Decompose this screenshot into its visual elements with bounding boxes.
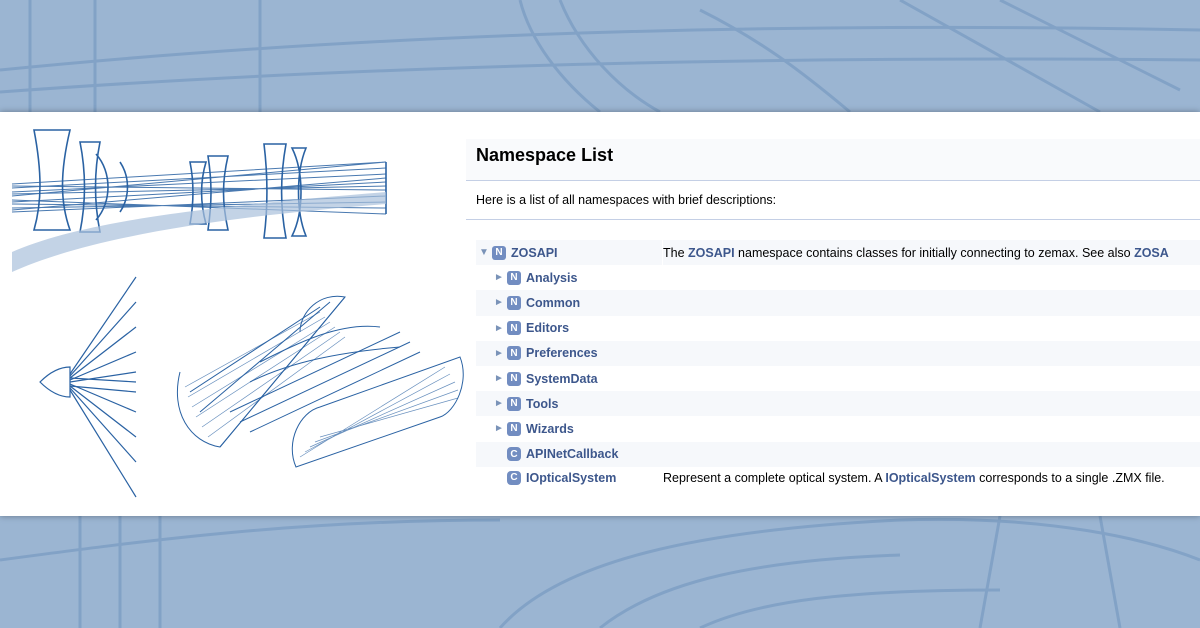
tree-row-analysis: ► N Analysis [476, 265, 1200, 290]
link-editors[interactable]: Editors [526, 321, 569, 335]
link-tools[interactable]: Tools [526, 397, 558, 411]
desc-link-iopticalsystem[interactable]: IOpticalSystem [885, 471, 975, 485]
page-title: Namespace List [476, 145, 614, 165]
name-cell: ▼ N ZOSAPI [476, 240, 662, 266]
intro-text: Here is a list of all namespaces with br… [476, 193, 777, 207]
namespace-badge-icon: N [507, 421, 521, 436]
link-zosapi[interactable]: ZOSAPI [511, 246, 558, 260]
expand-arrow-icon[interactable]: ► [491, 272, 507, 283]
description-cell [663, 340, 1200, 366]
namespace-badge-icon: N [507, 346, 521, 361]
description-cell [663, 416, 1200, 441]
link-apinetcallback[interactable]: APINetCallback [526, 447, 618, 461]
link-analysis[interactable]: Analysis [526, 271, 577, 285]
name-cell: ► N Wizards [476, 416, 677, 441]
desc-text: The [663, 245, 689, 260]
namespace-tree: ▼ N ZOSAPI The ZOSAPI namespace contains… [476, 240, 1200, 489]
name-cell: ► N SystemData [476, 366, 677, 391]
name-cell: ► N Tools [476, 391, 677, 417]
tree-row-editors: ► N Editors [476, 316, 1200, 341]
tree-row-iopticalsystem: C IOpticalSystem Represent a complete op… [476, 467, 1200, 489]
name-cell: ► N Common [476, 290, 677, 316]
desc-text: namespace contains classes for initially… [734, 245, 1135, 260]
desc-link-zosapi[interactable]: ZOSAPI [688, 246, 735, 260]
tree-row-zosapi: ▼ N ZOSAPI The ZOSAPI namespace contains… [476, 240, 1200, 266]
namespace-badge-icon: N [492, 245, 506, 260]
tree-row-tools: ► N Tools [476, 391, 1200, 417]
link-iopticalsystem[interactable]: IOpticalSystem [526, 471, 616, 485]
link-wizards[interactable]: Wizards [526, 422, 574, 436]
namespace-badge-icon: N [507, 295, 521, 310]
description-cell [663, 391, 1200, 417]
tree-row-apinetcallback: C APINetCallback [476, 441, 1200, 467]
link-common[interactable]: Common [526, 296, 580, 310]
header-bar: Namespace List [466, 139, 1200, 181]
description-cell: Represent a complete optical system. A I… [663, 467, 1200, 489]
name-cell: C IOpticalSystem [476, 467, 693, 489]
tree-row-systemdata: ► N SystemData [476, 366, 1200, 391]
desc-text: corresponds to a single .ZMX file. [975, 470, 1165, 485]
description-cell [663, 265, 1200, 290]
expand-arrow-icon[interactable]: ► [491, 398, 507, 409]
namespace-badge-icon: N [507, 270, 521, 285]
description-cell [663, 441, 1200, 467]
tree-row-preferences: ► N Preferences [476, 340, 1200, 366]
link-preferences[interactable]: Preferences [526, 346, 598, 360]
expand-arrow-icon[interactable]: ► [491, 423, 507, 434]
content-card: Namespace List Here is a list of all nam… [0, 112, 1200, 516]
name-cell: ► N Analysis [476, 265, 677, 290]
namespace-badge-icon: N [507, 321, 521, 336]
expand-arrow-icon[interactable]: ► [491, 373, 507, 384]
tree-row-wizards: ► N Wizards [476, 416, 1200, 441]
expand-arrow-icon[interactable]: ► [491, 323, 507, 334]
class-badge-icon: C [507, 447, 521, 462]
namespace-badge-icon: N [507, 371, 521, 386]
doc-panel: Namespace List Here is a list of all nam… [466, 112, 1200, 516]
name-cell: C APINetCallback [476, 441, 693, 467]
collapse-arrow-icon[interactable]: ▼ [476, 247, 492, 258]
description-cell [663, 366, 1200, 391]
desc-text: Represent a complete optical system. A [663, 470, 886, 485]
desc-link-see-also[interactable]: ZOSA [1134, 246, 1169, 260]
description-cell: The ZOSAPI namespace contains classes fo… [663, 240, 1200, 266]
name-cell: ► N Preferences [476, 340, 677, 366]
link-systemdata[interactable]: SystemData [526, 372, 598, 386]
name-cell: ► N Editors [476, 316, 677, 341]
optical-layout-illustration [11, 129, 464, 498]
description-cell [663, 290, 1200, 316]
expand-arrow-icon[interactable]: ► [491, 348, 507, 359]
description-cell [663, 316, 1200, 341]
tree-row-common: ► N Common [476, 290, 1200, 316]
class-badge-icon: C [507, 470, 521, 485]
expand-arrow-icon[interactable]: ► [491, 297, 507, 308]
namespace-badge-icon: N [507, 396, 521, 411]
separator [466, 219, 1200, 220]
